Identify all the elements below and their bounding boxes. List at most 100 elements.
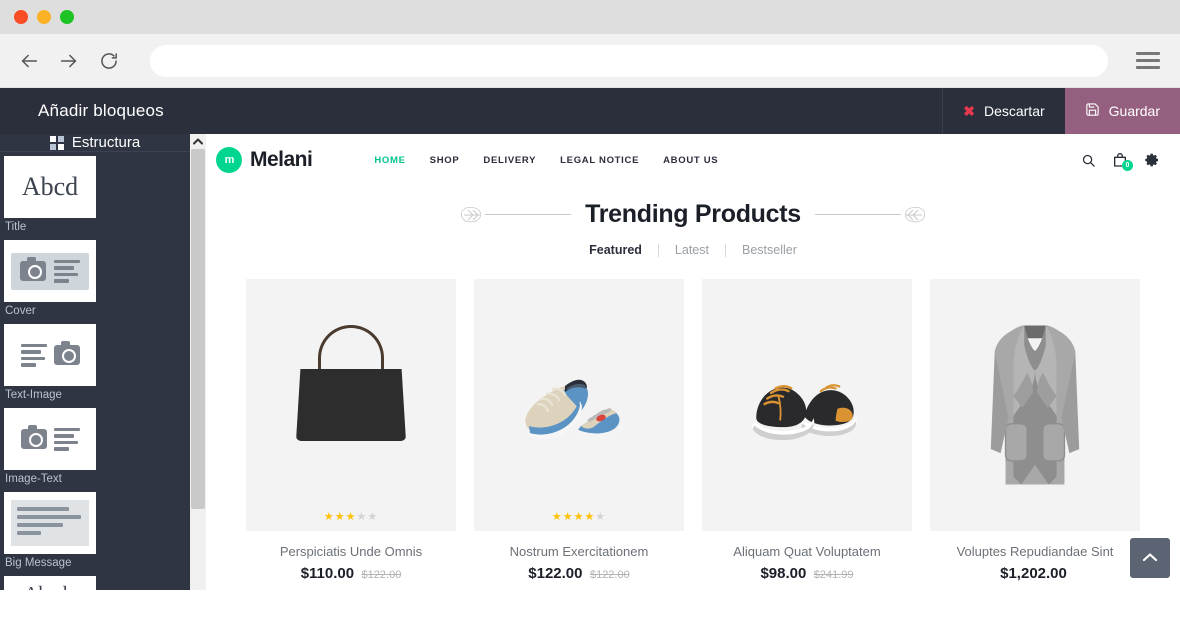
discard-button[interactable]: ✖ Descartar (942, 88, 1065, 134)
block-thumb-image-text (4, 408, 96, 470)
save-button[interactable]: Guardar (1064, 88, 1180, 134)
sidebar-block-title[interactable]: Abcd Title (4, 156, 96, 238)
price-current: $122.00 (528, 565, 583, 582)
block-list: Abcd Title Cover Text-Image Image-Text B… (0, 152, 190, 590)
site-logo[interactable]: m Melani (216, 147, 313, 173)
nav-item-legal-notice[interactable]: LEGAL NOTICE (560, 155, 639, 166)
sidebar-block-text-block[interactable]: Abcd Text Block (4, 576, 96, 590)
scrollbar-track[interactable] (190, 149, 206, 590)
product-filter-tabs: Featured Latest Bestseller (206, 243, 1180, 257)
product-image[interactable]: ★★★★★ (246, 279, 456, 531)
sidebar-block-text-image[interactable]: Text-Image (4, 324, 96, 406)
gear-icon[interactable] (1144, 152, 1160, 168)
rating-stars: ★★★★★ (551, 511, 607, 523)
nav-item-shop[interactable]: SHOP (430, 155, 460, 166)
nav-item-home[interactable]: HOME (374, 155, 405, 166)
block-label: Title (5, 221, 27, 233)
bag-body (296, 369, 406, 441)
price-original: $241.99 (813, 569, 854, 581)
price-original: $122.00 (589, 569, 630, 581)
scrollbar-thumb[interactable] (191, 149, 205, 509)
leaf-ornament-right-icon (814, 205, 927, 225)
camera-text-panel (11, 252, 89, 290)
abcd-placeholder-text: Abcd (21, 172, 79, 201)
block-thumb-cover (4, 240, 96, 302)
close-x-icon: ✖ (963, 103, 975, 119)
search-icon[interactable] (1081, 153, 1096, 168)
image-text-layout (20, 425, 80, 451)
product-image[interactable] (930, 279, 1140, 531)
window-maximize-button[interactable] (60, 10, 74, 24)
camera-icon (20, 257, 46, 281)
workspace: Estructura Abcd Title Cover Text-Image I… (0, 134, 1180, 590)
leaf-ornament-left-icon (459, 205, 572, 225)
product-image[interactable] (702, 279, 912, 531)
shopping-bag-icon[interactable]: 0 (1112, 152, 1133, 171)
address-bar-input[interactable] (150, 44, 1108, 77)
product-name: Voluptes Repudiandae Sint (956, 544, 1114, 559)
chevron-up-icon (1142, 549, 1158, 567)
block-thumb-text-block: Abcd (4, 576, 96, 590)
camera-icon (20, 425, 47, 449)
bag-handle (318, 325, 384, 373)
divider-rule (814, 214, 901, 215)
product-card[interactable]: ★★★★★ Nostrum Exercitationem $122.00 $12… (474, 279, 684, 583)
sidebar-heading-label: Estructura (71, 134, 141, 151)
block-thumb-big-message (4, 492, 96, 554)
product-price: $110.00 $122.00 (246, 565, 456, 583)
tab-latest[interactable]: Latest (659, 243, 725, 257)
window-close-button[interactable] (14, 10, 28, 24)
arrow-right-icon[interactable] (56, 48, 82, 74)
browser-toolbar (0, 34, 1180, 88)
sidebar-scrollbar[interactable] (190, 134, 206, 590)
block-label: Cover (5, 305, 36, 317)
cart-count-badge: 0 (1122, 160, 1133, 171)
nav-item-about-us[interactable]: ABOUT US (663, 155, 718, 166)
sidebar-block-image-text[interactable]: Image-Text (4, 408, 96, 490)
product-price: $122.00 $122.00 (474, 565, 684, 583)
block-label: Big Message (5, 557, 72, 569)
hamburger-menu-icon[interactable] (1136, 52, 1160, 69)
product-card[interactable]: ★★★★★ Perspiciatis Unde Omnis $110.00 $1… (246, 279, 456, 583)
window-minimize-button[interactable] (37, 10, 51, 24)
site-logo-text: Melani (250, 148, 313, 171)
rating-stars: ★★★★★ (323, 511, 379, 523)
block-thumb-title: Abcd (4, 156, 96, 218)
price-original: $122.00 (361, 569, 402, 581)
product-name: Nostrum Exercitationem (509, 544, 649, 559)
price-current: $1,202.00 (1000, 565, 1067, 582)
nav-item-delivery[interactable]: DELIVERY (483, 155, 536, 166)
black-sneakers-artwork (751, 384, 857, 441)
section-heading-row: Trending Products (206, 200, 1180, 229)
tab-featured[interactable]: Featured (573, 243, 658, 257)
divider-rule (485, 214, 572, 215)
logo-mark-icon: m (216, 147, 242, 173)
abcd-placeholder-text: Abcd (24, 584, 67, 591)
section-title: Trending Products (585, 200, 801, 228)
arrow-left-icon[interactable] (16, 48, 42, 74)
scroll-to-top-button[interactable] (1130, 538, 1170, 578)
blue-boat-shoes-artwork (525, 379, 625, 441)
block-thumb-text-image (4, 324, 96, 386)
site-header-icons: 0 (1081, 152, 1160, 171)
price-current: $110.00 (300, 565, 355, 582)
reload-icon[interactable] (96, 48, 122, 74)
page-title: Añadir bloqueos (38, 101, 164, 120)
product-name: Aliquam Quat Voluptatem (733, 544, 881, 559)
sidebar-block-big-message[interactable]: Big Message (4, 492, 96, 574)
editor-actions: ✖ Descartar Guardar (942, 88, 1180, 134)
product-image[interactable]: ★★★★★ (474, 279, 684, 531)
product-card[interactable]: Voluptes Repudiandae Sint $1,202.00 (930, 279, 1140, 583)
floppy-disk-icon (1085, 102, 1100, 120)
block-label: Image-Text (5, 473, 62, 485)
product-card[interactable]: Aliquam Quat Voluptatem $98.00 $241.99 (702, 279, 912, 583)
blocks-sidebar: Estructura Abcd Title Cover Text-Image I… (0, 134, 190, 590)
tab-bestseller[interactable]: Bestseller (726, 243, 813, 257)
product-name: Perspiciatis Unde Omnis (279, 544, 423, 559)
product-price: $1,202.00 (930, 565, 1140, 583)
sidebar-block-cover[interactable]: Cover (4, 240, 96, 322)
site-header: m Melani HOME SHOP DELIVERY LEGAL NOTICE… (206, 134, 1180, 186)
product-grid: ★★★★★ Perspiciatis Unde Omnis $110.00 $1… (206, 279, 1180, 583)
scroll-up-button[interactable] (190, 134, 206, 149)
grey-cardigan-artwork (990, 325, 1080, 485)
